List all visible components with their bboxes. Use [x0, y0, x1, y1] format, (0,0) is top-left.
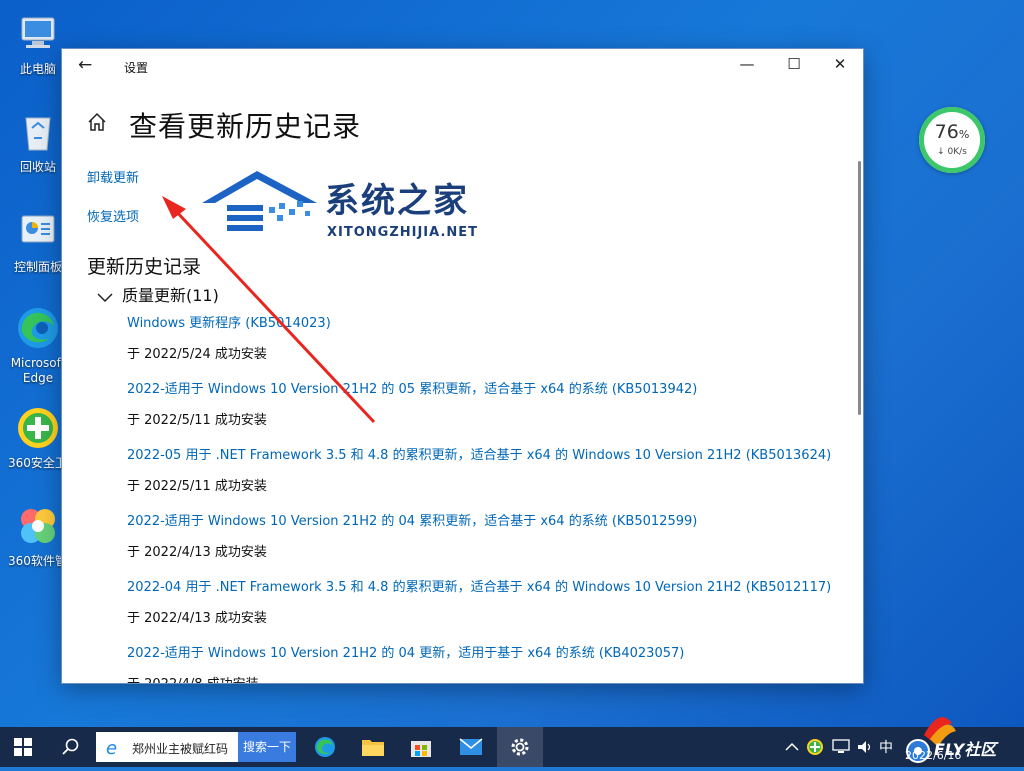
- desktop-icon-recycle-bin[interactable]: 回收站: [8, 108, 68, 175]
- desktop-icon-label: Microsoft Edge: [10, 356, 66, 385]
- edge-icon: [315, 737, 335, 757]
- folder-icon: [362, 740, 384, 756]
- store-icon: [411, 741, 431, 757]
- taskbar-store[interactable]: [398, 727, 444, 767]
- mail-icon: [459, 738, 483, 755]
- desktop-icon-label: 回收站: [19, 160, 56, 174]
- search-icon-button[interactable]: [48, 727, 94, 767]
- desktop-icon-this-pc[interactable]: 此电脑: [8, 10, 68, 77]
- desktop-icon-label: 控制面板: [13, 260, 62, 274]
- network-speed-widget[interactable]: 76% ↓ 0K/s: [919, 107, 985, 173]
- desktop-icon-label: 360软件管家: [8, 554, 68, 568]
- network-percent: 76: [934, 121, 959, 143]
- computer-icon: [14, 10, 62, 58]
- network-icon: [832, 739, 850, 753]
- clock-date[interactable]: 2022/6/16: [905, 749, 961, 762]
- edge-icon: [14, 304, 62, 352]
- settings-window: ← 设置 — ☐ ✕ 查看更新历史记录 卸载更新 恢复选项 更新历史记录 质量更…: [62, 49, 863, 683]
- red-arrow-annotation: [162, 196, 376, 424]
- speaker-icon: [858, 741, 871, 753]
- windows-logo-icon: [14, 738, 32, 756]
- control-panel-icon: [14, 208, 62, 256]
- 360-safe-icon: [14, 404, 62, 452]
- 360-tray-icon: [807, 739, 823, 755]
- taskbar-edge[interactable]: [302, 727, 348, 767]
- network-percent-readout: 76%: [919, 121, 985, 143]
- search-text: 郑州业主被赋红码: [132, 742, 229, 756]
- gear-icon: [511, 738, 529, 756]
- desktop-icon-360-safe[interactable]: 360安全卫士: [8, 404, 68, 471]
- percent-sign: %: [958, 128, 970, 141]
- tray-volume[interactable]: [850, 727, 880, 767]
- 360-software-icon: [14, 502, 62, 550]
- desktop-icon-edge[interactable]: Microsoft Edge: [8, 304, 68, 386]
- taskbar-mail[interactable]: [448, 727, 494, 767]
- taskbar-settings[interactable]: [497, 727, 543, 767]
- ie-icon: e: [106, 738, 117, 757]
- start-button[interactable]: [0, 727, 46, 767]
- taskbar-file-explorer[interactable]: [350, 727, 396, 767]
- search-icon: [62, 738, 79, 755]
- recycle-bin-icon: [14, 108, 62, 156]
- search-button[interactable]: 搜索一下: [238, 732, 296, 762]
- desktop-icon-label: 此电脑: [19, 62, 56, 76]
- desktop-icon-control-panel[interactable]: 控制面板: [8, 208, 68, 275]
- chevron-up-icon: [785, 742, 799, 751]
- search-input[interactable]: e 郑州业主被赋红码: [96, 732, 238, 762]
- desktop-icon-360-software[interactable]: 360软件管家: [8, 502, 68, 569]
- network-speed: ↓ 0K/s: [937, 147, 967, 157]
- svg-text:e: e: [106, 738, 117, 757]
- desktop-icon-label: 360安全卫士: [8, 456, 68, 470]
- taskbar: e 郑州业主被赋红码 搜索一下 中 FLY社区 2022/6/16: [0, 717, 1024, 767]
- ime-indicator[interactable]: 中: [879, 737, 893, 757]
